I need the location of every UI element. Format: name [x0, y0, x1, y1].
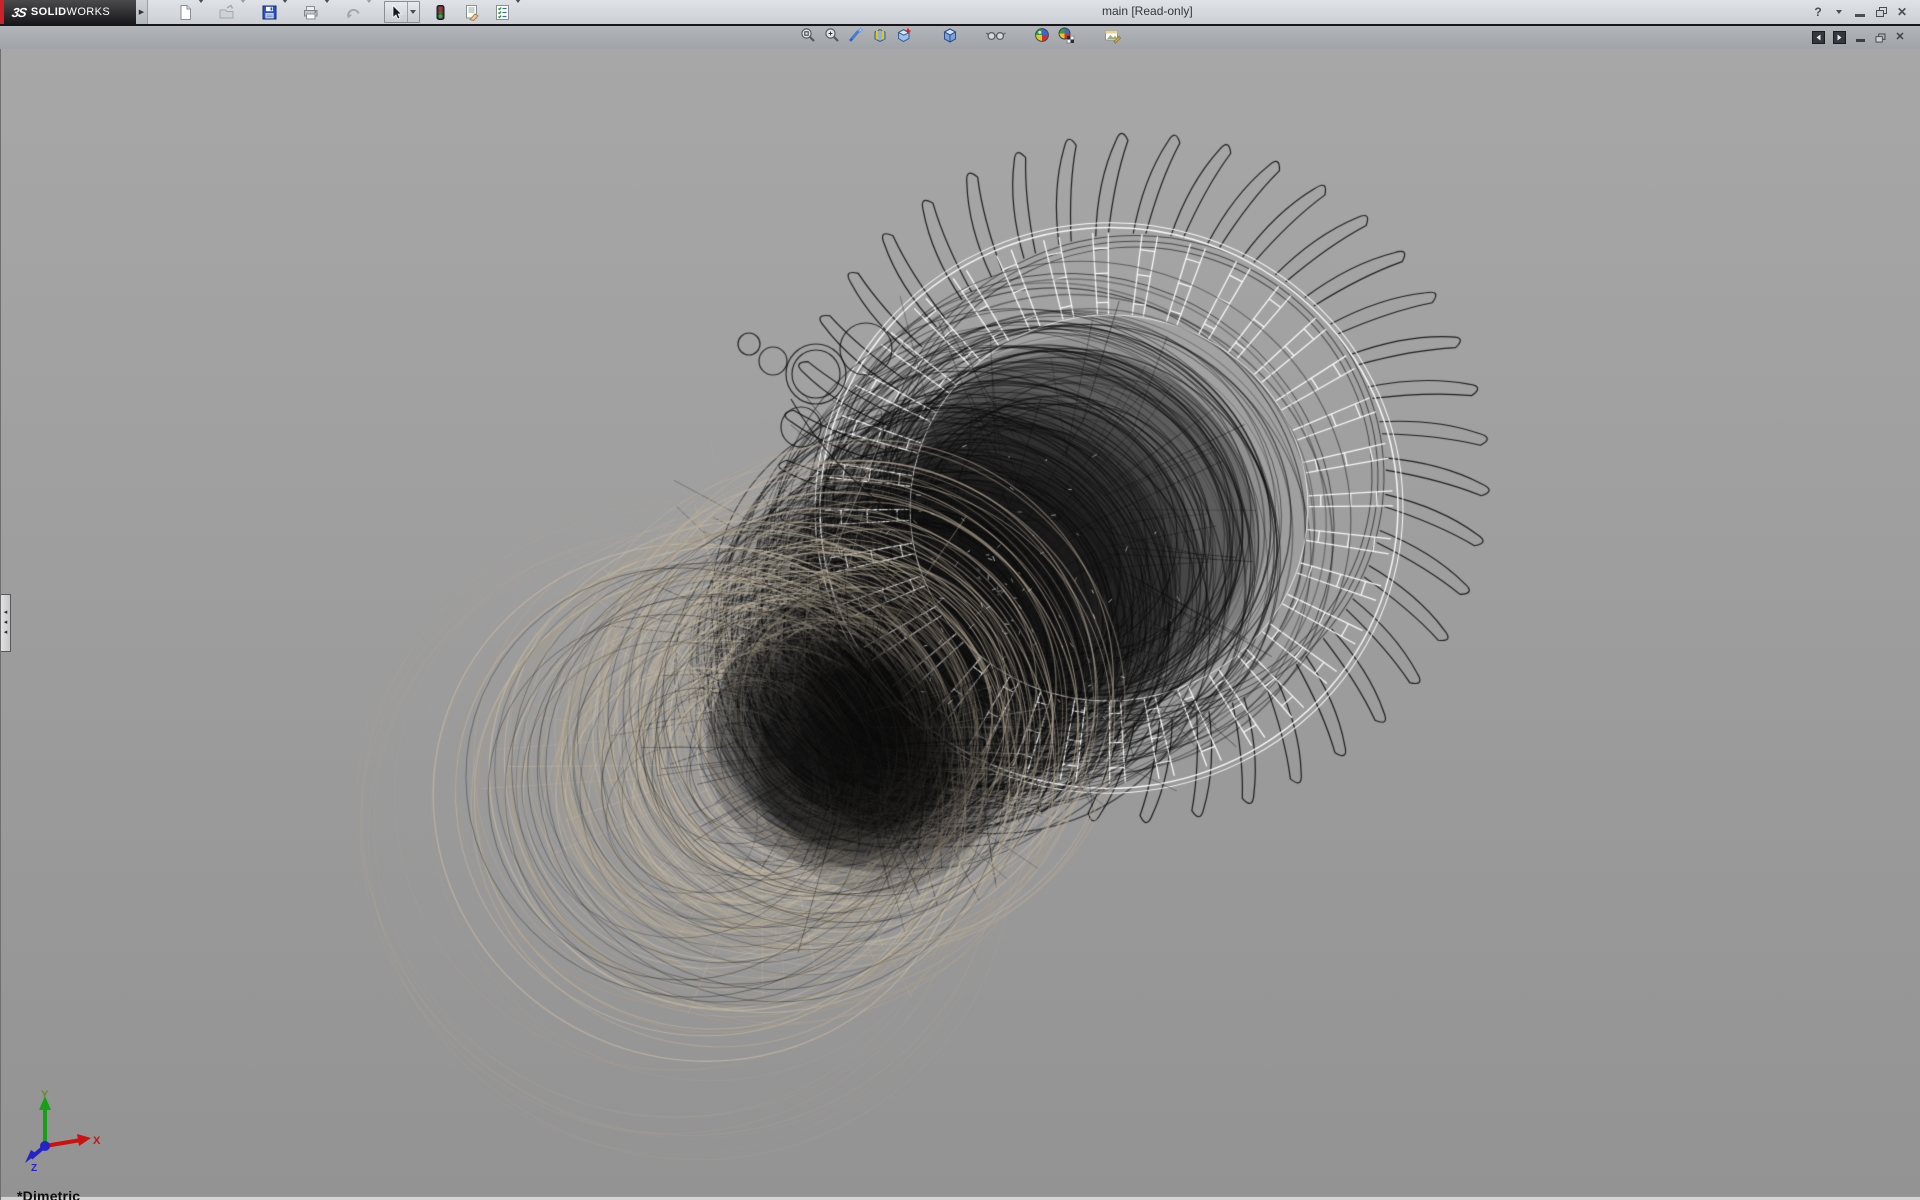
- file-properties-icon: [463, 4, 480, 21]
- save-button[interactable]: [258, 1, 280, 23]
- zoom-to-fit-button[interactable]: [796, 27, 820, 48]
- zoom-to-area-icon: [823, 26, 841, 49]
- previous-view-icon: [847, 26, 865, 49]
- undo-dropdown[interactable]: [366, 0, 372, 20]
- restore-button[interactable]: [1875, 7, 1887, 17]
- pane-right-toggle[interactable]: [1833, 31, 1846, 44]
- feature-pane-expander[interactable]: ◂ ◂ ◂: [1, 594, 11, 652]
- doc-restore-button[interactable]: [1874, 33, 1886, 43]
- section-view-icon: [871, 26, 889, 49]
- edit-appearance-button[interactable]: [1030, 27, 1054, 48]
- open-button[interactable]: [216, 1, 238, 23]
- options-checklist-icon: [494, 4, 511, 21]
- undo-icon: [344, 4, 362, 21]
- window-title: main [Read-only]: [1102, 4, 1193, 18]
- status-bar-edge: [1, 1196, 1920, 1200]
- collapse-arrow-icon: ◂: [4, 631, 8, 635]
- rebuild-button[interactable]: [429, 1, 451, 23]
- x-axis-label: X: [93, 1135, 101, 1147]
- options-button[interactable]: [491, 1, 513, 23]
- zoom-to-fit-icon: [799, 26, 817, 49]
- traffic-light-icon: [434, 4, 447, 21]
- view-orientation-icon: [941, 26, 959, 49]
- print-icon: [302, 4, 320, 21]
- close-button[interactable]: ✕: [1896, 6, 1908, 18]
- undo-button[interactable]: [342, 1, 364, 23]
- orientation-triad: Y X Z: [19, 1088, 105, 1172]
- pane-left-toggle[interactable]: [1812, 31, 1825, 44]
- view-orientation-label: *Dimetric: [17, 1188, 80, 1200]
- file-properties-button[interactable]: [460, 1, 482, 23]
- options-dropdown[interactable]: [515, 0, 521, 20]
- save-icon: [261, 4, 278, 21]
- x-arrowhead: [77, 1134, 91, 1146]
- new-document-button[interactable]: [174, 1, 196, 23]
- print-dropdown[interactable]: [324, 0, 330, 20]
- brand-text: SOLIDWORKS: [31, 6, 110, 18]
- dassault-3s-icon: 3S: [11, 5, 28, 20]
- minimize-button[interactable]: [1854, 7, 1866, 17]
- dynamic-annotation-icon: [895, 26, 913, 49]
- new-document-dropdown[interactable]: [198, 0, 204, 20]
- pane-right-icon: [1833, 31, 1846, 44]
- hide-show-items-button[interactable]: [984, 27, 1008, 48]
- y-axis-label: Y: [41, 1089, 49, 1101]
- brand-light: WORKS: [67, 6, 111, 18]
- doc-minimize-button[interactable]: [1854, 33, 1866, 42]
- edit-appearance-icon: [1033, 26, 1051, 49]
- pane-left-icon: [1812, 31, 1825, 44]
- title-bar: 3S SOLIDWORKS ▶ main [Read-only] ?✕: [0, 0, 1920, 24]
- menu-expander-button[interactable]: ▶: [136, 0, 148, 24]
- triad-origin: [40, 1141, 50, 1151]
- doc-close-button[interactable]: ✕: [1894, 32, 1906, 43]
- view-orientation-button[interactable]: [938, 27, 962, 48]
- view-settings-icon: [1103, 26, 1121, 49]
- save-dropdown[interactable]: [282, 0, 288, 20]
- z-axis-label: Z: [31, 1163, 37, 1172]
- hide-show-items-icon: [986, 26, 1006, 49]
- help-dropdown[interactable]: [1833, 10, 1845, 14]
- select-button[interactable]: [385, 2, 407, 22]
- turbine-wireframe-model[interactable]: [1, 49, 1920, 1200]
- open-icon: [218, 4, 236, 21]
- brand-bold: SOLID: [31, 6, 67, 18]
- collapse-arrow-icon: ◂: [4, 611, 8, 615]
- graphics-viewport[interactable]: ◂ ◂ ◂ Y X Z *Dimetric: [0, 49, 1920, 1200]
- solidworks-logo: 3S SOLIDWORKS: [0, 0, 136, 24]
- headsup-view-toolbar: ✕: [0, 26, 1920, 49]
- document-window-controls: ✕: [1812, 26, 1906, 49]
- dynamic-annotation-button[interactable]: [892, 27, 916, 48]
- window-controls: ?✕: [1812, 0, 1908, 24]
- apply-scene-icon: [1057, 26, 1076, 49]
- select-cursor-icon: [389, 4, 404, 21]
- apply-scene-button[interactable]: [1054, 27, 1078, 48]
- new-doc-icon: [177, 4, 194, 21]
- collapse-arrow-icon: ◂: [4, 621, 8, 625]
- view-settings-button[interactable]: [1100, 27, 1124, 48]
- x-axis: [45, 1140, 81, 1146]
- help-button[interactable]: ?: [1812, 6, 1824, 18]
- section-view-button[interactable]: [868, 27, 892, 48]
- select-dropdown[interactable]: [410, 10, 416, 14]
- previous-view-button[interactable]: [844, 27, 868, 48]
- zoom-to-area-button[interactable]: [820, 27, 844, 48]
- print-button[interactable]: [300, 1, 322, 23]
- open-dropdown[interactable]: [240, 0, 246, 20]
- standard-toolbar: [174, 0, 533, 24]
